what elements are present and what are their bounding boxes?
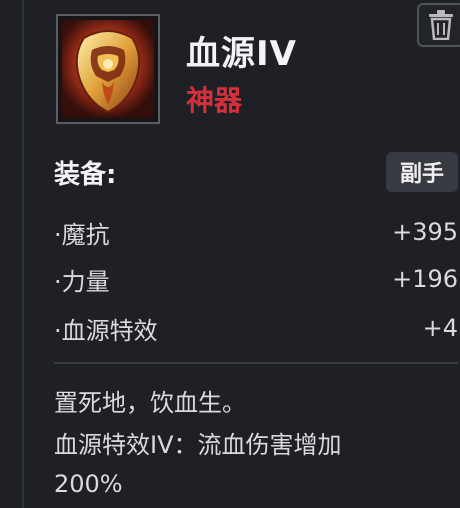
slot-badge: 副手 [386, 152, 458, 192]
description-line: 200% [54, 470, 123, 498]
description-line: 血源特效IV：流血伤害增加 [54, 431, 342, 459]
item-name: 血源IV [186, 34, 297, 74]
stat-name: ·血源特效 [54, 316, 158, 345]
stat-name: ·魔抗 [54, 220, 110, 249]
stat-row: ·血源特效 +4 [54, 309, 458, 347]
item-icon-frame [56, 14, 160, 124]
stat-name: ·力量 [54, 267, 110, 296]
stat-row: ·魔抗 +395 [54, 213, 458, 251]
stat-value: +395 [392, 218, 458, 246]
stat-value: +4 [422, 314, 458, 342]
equip-label: 装备: [54, 160, 117, 190]
stat-row: ·力量 +196 [54, 260, 458, 298]
delete-button[interactable] [417, 3, 460, 47]
section-divider [54, 362, 458, 364]
stat-value: +196 [392, 265, 458, 293]
item-rarity: 神器 [186, 84, 243, 117]
item-tooltip-panel: 血源IV 神器 装备: 副手 ·魔抗 +395 ·力量 +196 ·血源特效 +… [24, 0, 460, 508]
trash-icon [429, 10, 453, 40]
description-line: 置死地，饮血生。 [54, 389, 246, 417]
crimson-mask-icon [62, 20, 154, 118]
